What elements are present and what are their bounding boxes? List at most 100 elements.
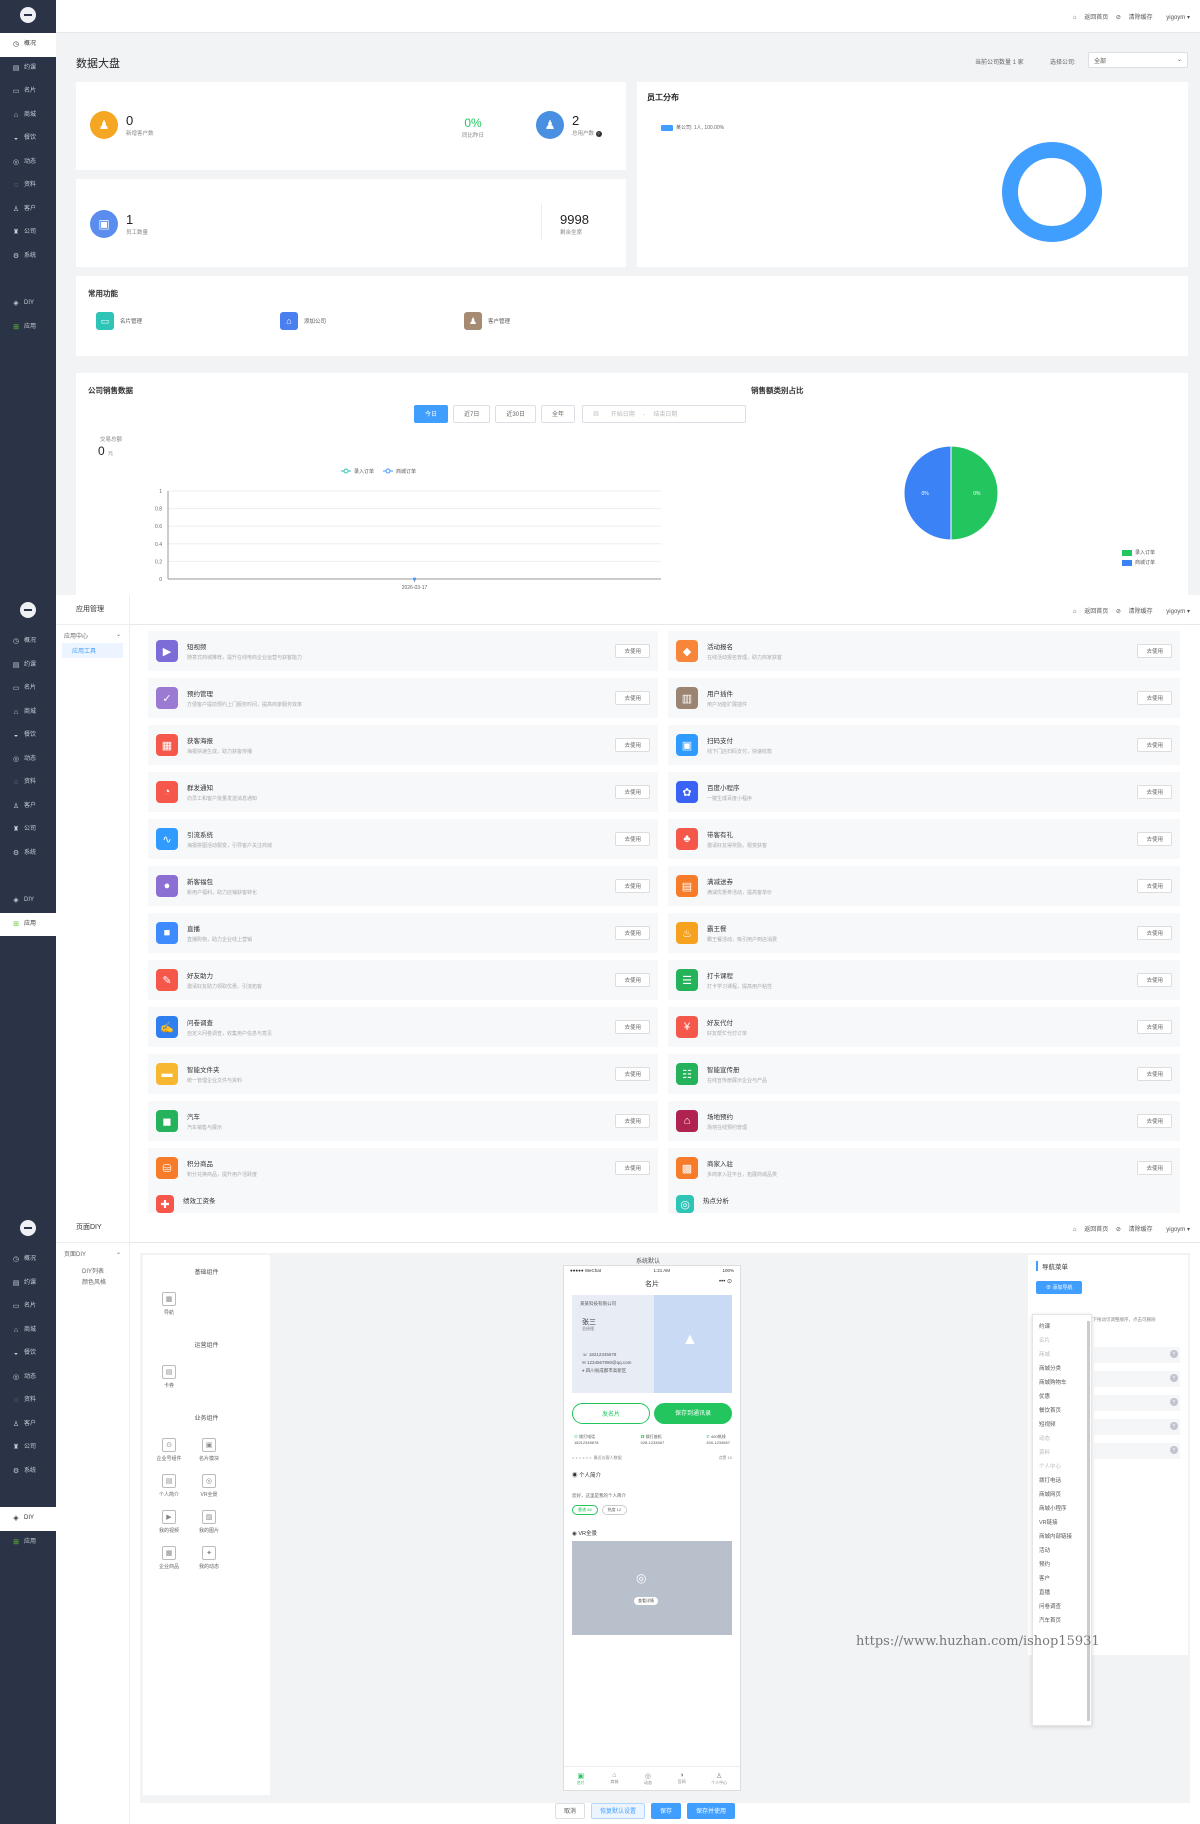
sidebar-item-company[interactable]: ♜ 公司 (0, 1436, 56, 1460)
clear-cache-link[interactable]: ⊘ 清除缓存 (1116, 15, 1153, 21)
add-nav-button[interactable]: ⊕ 添加导航 (1036, 1281, 1083, 1294)
use-app-button[interactable]: 去使用 (1137, 1114, 1172, 1128)
nav-option[interactable]: 动态 (1039, 1431, 1085, 1445)
nav-option[interactable]: 餐饮首页 (1039, 1403, 1085, 1417)
sidebar-item-moments[interactable]: ◎ 动态 (0, 151, 56, 175)
nav-option[interactable]: 资料 (1039, 1445, 1085, 1459)
component-item[interactable]: ⊙ 企业号组件 (149, 1438, 189, 1462)
home-link[interactable]: ⌂ 返回首页 (1073, 1227, 1108, 1233)
tab-year[interactable]: 全年 (541, 405, 576, 423)
nav-option[interactable]: 优惠 (1039, 1389, 1085, 1403)
sidebar-item-course[interactable]: ▤ 约课 (0, 57, 56, 81)
sidebar-item-system[interactable]: ⚙ 系统 (0, 1460, 56, 1484)
nav-option[interactable]: 直播 (1039, 1585, 1085, 1599)
phone-tab[interactable]: ♙ 个人中心 (711, 1772, 727, 1786)
use-app-button[interactable]: 去使用 (615, 926, 650, 940)
component-item[interactable]: ▶ 我的视频 (149, 1510, 189, 1534)
nav-option[interactable]: 活动 (1039, 1543, 1085, 1557)
sidebar-item-customer[interactable]: ♙ 客户 (0, 1413, 56, 1437)
nav-entry-row[interactable]: × (1094, 1347, 1180, 1363)
scrollbar[interactable] (1087, 1321, 1090, 1721)
nav-entry-row[interactable]: × (1094, 1443, 1180, 1459)
phone-tab[interactable]: ⌂ 商城 (610, 1772, 618, 1785)
send-card-button[interactable]: 发名片 (572, 1403, 650, 1424)
diy-menu-group[interactable]: 页面DIY ⌄ (56, 1243, 129, 1258)
component-item[interactable]: ▤ 个人简介 (149, 1474, 189, 1498)
call-hotline[interactable]: ✆ 400热线 400-1234567 (706, 1434, 730, 1445)
call-phone[interactable]: ☏ 拨打电话 18212345678 (574, 1434, 598, 1445)
shortcut-card-manage[interactable]: ▭ 名片管理 (96, 312, 142, 330)
use-app-button[interactable]: 去使用 (615, 644, 650, 658)
sidebar-item-card[interactable]: ▭ 名片 (0, 677, 56, 701)
nav-option[interactable]: 商城购物车 (1039, 1375, 1085, 1389)
nav-option[interactable]: 约课 (1039, 1319, 1085, 1333)
sidebar-item-diy[interactable]: ◈ DIY (0, 1507, 56, 1531)
phone-tab[interactable]: ▣ 名片 (577, 1772, 585, 1786)
sidebar-item-food[interactable]: ◒ 餐饮 (0, 127, 56, 151)
sidebar-item-moments[interactable]: ◎ 动态 (0, 748, 56, 772)
date-range-picker[interactable]: ▦ 开始日期 - 结束日期 (582, 405, 747, 423)
sidebar-item-card[interactable]: ▭ 名片 (0, 1295, 56, 1319)
save-and-use-button[interactable]: 保存并使用 (687, 1803, 736, 1819)
sidebar-item-mall[interactable]: ⌂ 商城 (0, 104, 56, 128)
component-item[interactable]: ✦ 我的动态 (189, 1546, 229, 1570)
sidebar-item-mall[interactable]: ⌂ 商城 (0, 1319, 56, 1343)
nav-entry-row[interactable]: × (1094, 1419, 1180, 1435)
close-icon[interactable]: × (1170, 1350, 1178, 1358)
use-app-button[interactable]: 去使用 (615, 832, 650, 846)
use-app-button[interactable]: 去使用 (1137, 1067, 1172, 1081)
shortcut-customer-manage[interactable]: ♟ 客户管理 (464, 312, 510, 330)
nav-option[interactable]: 个人中心 (1039, 1459, 1085, 1473)
use-app-button[interactable]: 去使用 (615, 973, 650, 987)
sidebar-item-app[interactable]: ⊞ 应用 (0, 1531, 56, 1555)
nav-option[interactable]: VR链接 (1039, 1515, 1085, 1529)
tab-today[interactable]: 今日 (414, 405, 449, 423)
nav-option[interactable]: 商城小程序 (1039, 1501, 1085, 1515)
nav-option[interactable]: 商城分类 (1039, 1361, 1085, 1375)
sidebar-item-course[interactable]: ▤ 约课 (0, 654, 56, 678)
shortcut-add-company[interactable]: ⌂ 添加公司 (280, 312, 326, 330)
sidebar-item-material[interactable]: ◌ 资料 (0, 1389, 56, 1413)
nav-option[interactable]: 预约 (1039, 1557, 1085, 1571)
use-app-button[interactable]: 去使用 (1137, 973, 1172, 987)
sidebar-item-course[interactable]: ▤ 约课 (0, 1272, 56, 1296)
use-app-button[interactable]: 去使用 (1137, 926, 1172, 940)
user-menu[interactable]: yigoym ▾ (1160, 1227, 1190, 1233)
clear-cache-link[interactable]: ⊘ 清除缓存 (1116, 609, 1153, 615)
sidebar-item-app[interactable]: ⊞ 应用 (0, 912, 56, 936)
clear-cache-link[interactable]: ⊘ 清除缓存 (1116, 1227, 1153, 1233)
nav-entry-row[interactable]: × (1094, 1395, 1180, 1411)
use-app-button[interactable]: 去使用 (1137, 785, 1172, 799)
sidebar-item-overview[interactable]: ◷ 概况 (0, 630, 56, 654)
use-app-button[interactable]: 去使用 (1137, 691, 1172, 705)
sidebar-item-company[interactable]: ♜ 公司 (0, 818, 56, 842)
sidebar-item-company[interactable]: ♜ 公司 (0, 221, 56, 245)
nav-option[interactable]: 拨打电话 (1039, 1473, 1085, 1487)
sidebar-item-card[interactable]: ▭ 名片 (0, 80, 56, 104)
user-menu[interactable]: yigoym ▾ (1160, 15, 1190, 21)
sidebar-item-mall[interactable]: ⌂ 商城 (0, 701, 56, 725)
phone-tab[interactable]: ◎ 动态 (644, 1772, 652, 1786)
company-select[interactable]: 全部 ⌄ (1088, 52, 1188, 68)
sidebar-item-moments[interactable]: ◎ 动态 (0, 1366, 56, 1390)
sidebar-item-customer[interactable]: ♙ 客户 (0, 198, 56, 222)
sidebar-item-app[interactable]: ⊞ 应用 (0, 316, 56, 340)
nav-option[interactable]: 商城网页 (1039, 1487, 1085, 1501)
close-icon[interactable]: × (1170, 1374, 1178, 1382)
close-icon[interactable]: × (1170, 1398, 1178, 1406)
use-app-button[interactable]: 去使用 (615, 1020, 650, 1034)
close-icon[interactable]: × (1170, 1446, 1178, 1454)
cancel-button[interactable]: 取消 (555, 1803, 586, 1819)
nav-option[interactable]: 客户 (1039, 1571, 1085, 1585)
use-app-button[interactable]: 去使用 (1137, 1161, 1172, 1175)
use-app-button[interactable]: 去使用 (1137, 879, 1172, 893)
save-contact-button[interactable]: 保存到通讯录 (654, 1403, 732, 1424)
nav-option[interactable]: 问卷调查 (1039, 1599, 1085, 1613)
component-item[interactable]: ▤ 卡券 (149, 1365, 189, 1389)
sidebar-item-food[interactable]: ◒ 餐饮 (0, 724, 56, 748)
app-tool-item[interactable]: 应用工具 (62, 643, 123, 658)
phone-tab[interactable]: ◑ 官网 (678, 1772, 686, 1785)
component-item[interactable]: ▨ 我的图片 (189, 1510, 229, 1534)
use-app-button[interactable]: 去使用 (1137, 738, 1172, 752)
nav-option[interactable]: 短视频 (1039, 1417, 1085, 1431)
